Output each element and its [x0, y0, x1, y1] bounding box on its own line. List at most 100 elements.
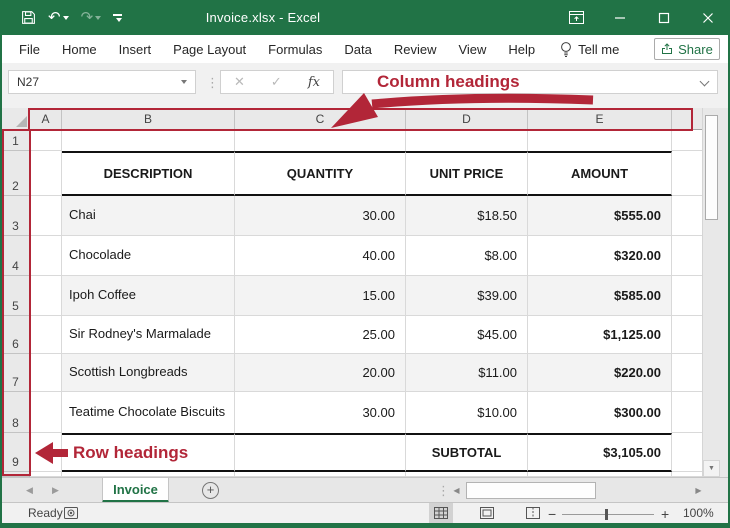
cell-A9[interactable]	[30, 433, 62, 472]
column-header-C[interactable]: C	[235, 108, 406, 130]
minimize-button[interactable]	[598, 0, 642, 35]
cell-C1[interactable]	[235, 130, 406, 151]
cell-E8[interactable]: $300.00	[528, 392, 672, 433]
cell-D3[interactable]: $18.50	[406, 196, 528, 236]
cell-D2[interactable]: UNIT PRICE	[406, 151, 528, 196]
insert-function-icon[interactable]: fx	[308, 75, 320, 90]
cell-E2[interactable]: AMOUNT	[528, 151, 672, 196]
menu-item-review[interactable]: Review	[383, 42, 448, 57]
macro-record-icon[interactable]	[64, 507, 78, 522]
tell-me-button[interactable]: Tell me	[560, 41, 619, 58]
menu-item-home[interactable]: Home	[51, 42, 108, 57]
cell-A5[interactable]	[30, 276, 62, 316]
cell-E7[interactable]: $220.00	[528, 354, 672, 392]
view-page-break-icon[interactable]	[521, 503, 545, 523]
row-header-8[interactable]: 8	[2, 392, 30, 433]
cell-C2[interactable]: QUANTITY	[235, 151, 406, 196]
row-header-5[interactable]: 5	[2, 276, 30, 316]
cell-B2[interactable]: DESCRIPTION	[62, 151, 235, 196]
row-header-7[interactable]: 7	[2, 354, 30, 392]
horizontal-scrollbar-thumb[interactable]	[466, 482, 596, 499]
cell-E4[interactable]: $320.00	[528, 236, 672, 276]
cell-B9[interactable]	[62, 433, 235, 472]
cell-D7[interactable]: $11.00	[406, 354, 528, 392]
formula-bar-input[interactable]: Column headings	[342, 70, 718, 94]
view-page-layout-icon[interactable]	[475, 503, 499, 523]
name-box[interactable]: N27	[8, 70, 196, 94]
menu-item-help[interactable]: Help	[497, 42, 546, 57]
enter-icon[interactable]: ✓	[271, 74, 282, 90]
menu-item-insert[interactable]: Insert	[108, 42, 163, 57]
undo-icon[interactable]: ↶	[45, 5, 72, 31]
view-normal-icon[interactable]	[429, 503, 453, 523]
cell-B5[interactable]: Ipoh Coffee	[62, 276, 235, 316]
cell-partial7[interactable]	[672, 354, 702, 392]
menu-item-file[interactable]: File	[8, 42, 51, 57]
horizontal-scrollbar[interactable]: ◀ ▶	[449, 482, 706, 499]
zoom-slider[interactable]	[562, 514, 654, 515]
cell-E9[interactable]: $3,105.00	[528, 433, 672, 472]
row-header-6[interactable]: 6	[2, 316, 30, 354]
cell-B1[interactable]	[62, 130, 235, 151]
cell-A7[interactable]	[30, 354, 62, 392]
cell-D9[interactable]: SUBTOTAL	[406, 433, 528, 472]
cell-C4[interactable]: 40.00	[235, 236, 406, 276]
cell-D1[interactable]	[406, 130, 528, 151]
column-header-D[interactable]: D	[406, 108, 528, 130]
cell-A8[interactable]	[30, 392, 62, 433]
cell-partial9[interactable]	[672, 433, 702, 472]
cell-E3[interactable]: $555.00	[528, 196, 672, 236]
cell-C7[interactable]: 20.00	[235, 354, 406, 392]
cell-E5[interactable]: $585.00	[528, 276, 672, 316]
zoom-slider-handle[interactable]	[605, 509, 608, 520]
row-header-2[interactable]: 2	[2, 151, 30, 196]
cell-partial5[interactable]	[672, 276, 702, 316]
vertical-scrollbar[interactable]: ▼	[702, 108, 719, 477]
cell-E1[interactable]	[528, 130, 672, 151]
zoom-in-icon[interactable]: +	[661, 506, 669, 522]
maximize-button[interactable]	[642, 0, 686, 35]
cell-E6[interactable]: $1,125.00	[528, 316, 672, 354]
cell-B3[interactable]: Chai	[62, 196, 235, 236]
menu-item-formulas[interactable]: Formulas	[257, 42, 333, 57]
cell-B7[interactable]: Scottish Longbreads	[62, 354, 235, 392]
cell-D6[interactable]: $45.00	[406, 316, 528, 354]
cell-C8[interactable]: 30.00	[235, 392, 406, 433]
cell-C5[interactable]: 15.00	[235, 276, 406, 316]
column-header-B[interactable]: B	[62, 108, 235, 130]
zoom-out-icon[interactable]: −	[548, 506, 556, 522]
cell-C3[interactable]: 30.00	[235, 196, 406, 236]
cancel-icon[interactable]: ✕	[234, 74, 245, 90]
cell-partial1[interactable]	[672, 130, 702, 151]
expand-formula-bar-icon[interactable]	[700, 77, 710, 87]
column-header-A[interactable]: A	[30, 108, 62, 130]
ribbon-display-options-icon[interactable]	[554, 0, 598, 35]
name-box-caret-icon[interactable]	[181, 80, 187, 84]
new-sheet-icon[interactable]: +	[202, 482, 219, 499]
cell-D5[interactable]: $39.00	[406, 276, 528, 316]
cell-D4[interactable]: $8.00	[406, 236, 528, 276]
column-header-E[interactable]: E	[528, 108, 672, 130]
cell-partial3[interactable]	[672, 196, 702, 236]
row-header-9[interactable]: 9	[2, 433, 30, 472]
cell-B8[interactable]: Teatime Chocolate Biscuits	[62, 392, 235, 433]
cell-B4[interactable]: Chocolade	[62, 236, 235, 276]
cell-A2[interactable]	[30, 151, 62, 196]
cell-D8[interactable]: $10.00	[406, 392, 528, 433]
prev-sheet-icon[interactable]: ◀	[26, 478, 33, 503]
row-header-1[interactable]: 1	[2, 130, 30, 151]
cell-partial4[interactable]	[672, 236, 702, 276]
cell-A1[interactable]	[30, 130, 62, 151]
customize-toolbar-icon[interactable]	[110, 5, 125, 31]
cell-partial8[interactable]	[672, 392, 702, 433]
save-icon[interactable]	[18, 5, 39, 31]
menu-item-view[interactable]: View	[447, 42, 497, 57]
scroll-right-icon[interactable]: ▶	[691, 482, 706, 499]
cell-A6[interactable]	[30, 316, 62, 354]
close-button[interactable]	[686, 0, 730, 35]
row-header-4[interactable]: 4	[2, 236, 30, 276]
cell-A4[interactable]	[30, 236, 62, 276]
next-sheet-icon[interactable]: ▶	[52, 478, 59, 503]
scroll-left-icon[interactable]: ◀	[449, 482, 464, 499]
select-all-button[interactable]	[2, 108, 30, 130]
